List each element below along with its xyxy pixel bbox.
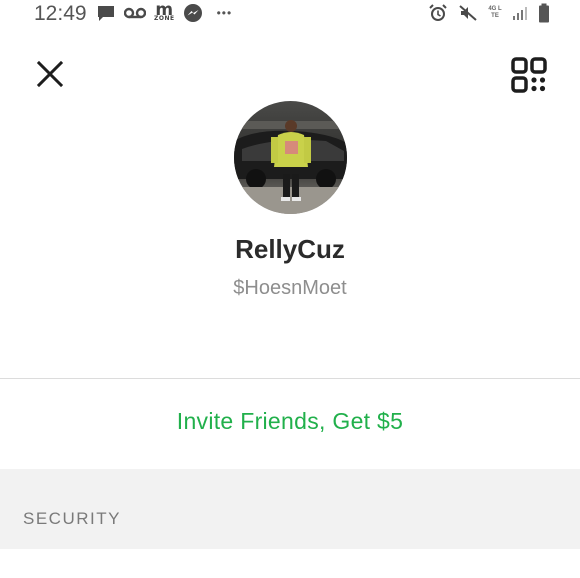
messenger-icon xyxy=(183,3,203,23)
more-dots-icon: ••• xyxy=(216,6,233,20)
security-section-header: SECURITY xyxy=(23,509,121,528)
message-icon xyxy=(96,3,116,23)
qr-code-icon xyxy=(511,57,547,93)
battery-icon xyxy=(538,3,550,23)
settings-row[interactable] xyxy=(0,549,342,578)
system-icons: 4G LTE xyxy=(428,3,550,23)
alarm-icon xyxy=(428,3,448,23)
status-time: 12:49 xyxy=(34,2,87,25)
mzone-subtext: ZONE xyxy=(154,15,175,22)
divider xyxy=(0,378,580,379)
profile-photo xyxy=(234,101,347,214)
status-bar: 12:49 m ZONE ••• 4G LTE xyxy=(0,0,580,28)
close-button[interactable] xyxy=(34,58,66,90)
cashtag: $HoesnMoet xyxy=(233,277,347,299)
display-name: RellyCuz xyxy=(235,234,345,264)
mute-icon xyxy=(458,3,478,23)
invite-friends-button[interactable]: Invite Friends, Get $5 xyxy=(0,408,580,435)
close-icon xyxy=(36,60,64,88)
notification-icons: m ZONE ••• xyxy=(96,2,233,23)
voicemail-icon xyxy=(124,6,146,20)
signal-icon xyxy=(512,5,528,21)
mzone-icon: m ZONE xyxy=(154,2,175,22)
4g-lte-icon: 4G LTE xyxy=(488,6,502,19)
qr-code-button[interactable] xyxy=(510,56,548,94)
avatar[interactable] xyxy=(234,101,347,214)
